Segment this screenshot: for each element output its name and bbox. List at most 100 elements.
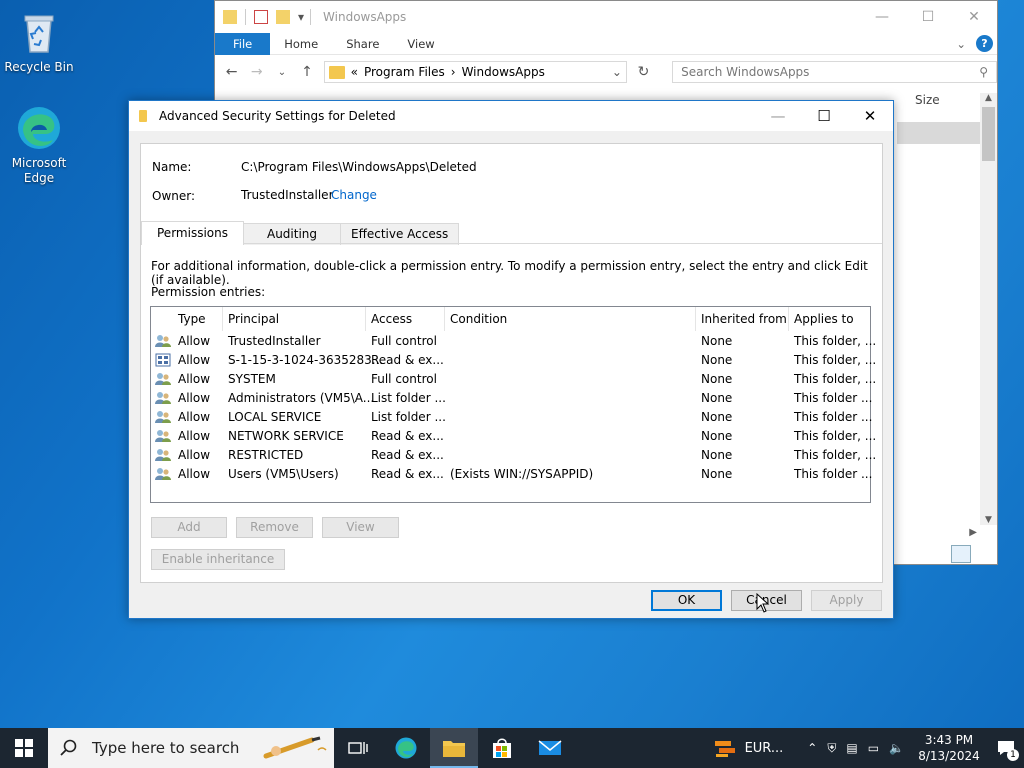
apply-button[interactable]: Apply (811, 590, 882, 611)
clock-time: 3:43 PM (924, 733, 974, 747)
network-icon[interactable]: ▤ (846, 741, 857, 755)
scroll-right-icon[interactable]: ▶ (969, 527, 977, 538)
cell-principal: NETWORK SERVICE (228, 429, 344, 443)
taskbar-file-explorer[interactable] (430, 728, 478, 768)
breadcrumb-overflow[interactable]: « (351, 65, 358, 79)
cell-access: List folder ... (371, 391, 446, 405)
explorer-search-input[interactable]: Search WindowsApps ⚲ (672, 61, 997, 83)
scroll-down-icon[interactable]: ▼ (980, 515, 997, 525)
address-dropdown-icon[interactable]: ⌄ (612, 65, 622, 79)
dialog-maximize-button[interactable]: ☐ (801, 101, 847, 131)
dialog-minimize-button[interactable]: — (755, 101, 801, 131)
taskbar-mail[interactable] (526, 728, 574, 768)
column-header-condition[interactable]: Condition (445, 307, 696, 331)
recent-locations-icon[interactable]: ⌄ (273, 67, 290, 78)
cell-applies-to: This folder ... (794, 410, 873, 424)
notification-center-button[interactable]: 1 (988, 728, 1024, 768)
column-header-principal[interactable]: Principal (223, 307, 366, 331)
divider (141, 243, 882, 244)
cell-applies-to: This folder ... (794, 391, 873, 405)
cell-access: Read & ex... (371, 429, 444, 443)
cell-applies-to: This folder, ... (794, 353, 877, 367)
permission-entries-list[interactable]: Type Principal Access Condition Inherite… (150, 306, 876, 503)
permission-entry-row[interactable]: Allow S-1-15-3-1024-3635283... Read & ex..… (151, 351, 876, 370)
change-owner-link[interactable]: Change (331, 188, 377, 202)
selected-row[interactable] (897, 122, 983, 144)
breadcrumb-program-files[interactable]: Program Files (364, 65, 445, 79)
maximize-button[interactable]: ☐ (905, 1, 951, 33)
permission-entry-row[interactable]: Allow SYSTEM Full control None This folder, … (151, 370, 876, 389)
column-header-applies-to[interactable]: Applies to (789, 307, 870, 331)
column-header-inherited-from[interactable]: Inherited from (696, 307, 789, 331)
owner-value: TrustedInstaller (241, 188, 334, 202)
show-hidden-icons-icon[interactable]: ⌃ (807, 741, 817, 755)
display-icon[interactable]: ▭ (868, 741, 879, 755)
dialog-close-button[interactable]: ✕ (847, 101, 893, 131)
cell-type: Allow (178, 429, 211, 443)
details-view-icon[interactable] (951, 545, 971, 563)
vertical-scrollbar[interactable]: ▲ ▼ (980, 93, 997, 525)
column-header-access[interactable]: Access (366, 307, 445, 331)
quick-access-dropdown-icon[interactable]: ▾ (298, 10, 304, 24)
search-icon: ⚲ (979, 65, 988, 79)
ribbon-tab-share[interactable]: Share (332, 33, 393, 55)
taskbar-store[interactable] (478, 728, 526, 768)
properties-icon[interactable] (254, 10, 268, 24)
up-arrow-icon[interactable]: ↑ (298, 64, 315, 80)
tab-auditing[interactable]: Auditing (242, 223, 342, 245)
permission-entry-row[interactable]: Allow Users (VM5\Users) Read & ex... (Exist… (151, 465, 872, 484)
ribbon-tabs: File Home Share View ⌄ ? (215, 32, 997, 55)
tab-effective-access[interactable]: Effective Access (340, 223, 460, 245)
help-icon[interactable]: ? (976, 35, 993, 52)
ribbon-tab-home[interactable]: Home (270, 33, 332, 55)
start-button[interactable] (0, 728, 48, 768)
expand-ribbon-icon[interactable]: ⌄ (956, 37, 966, 51)
taskbar-search-box[interactable]: Type here to search (48, 728, 334, 768)
permission-entry-row[interactable]: Allow NETWORK SERVICE Read & ex... None This… (151, 427, 876, 446)
close-button[interactable]: ✕ (951, 1, 997, 33)
permission-entry-row[interactable]: Allow LOCAL SERVICE List folder ... None Thi… (151, 408, 873, 427)
back-arrow-icon[interactable]: ← (223, 64, 240, 80)
scroll-up-icon[interactable]: ▲ (980, 93, 997, 103)
cell-inherited-from: None (701, 410, 733, 424)
ok-button[interactable]: OK (651, 590, 722, 611)
volume-muted-icon[interactable]: 🔈 (889, 741, 904, 755)
breadcrumb-windowsapps[interactable]: WindowsApps (462, 65, 545, 79)
refresh-icon[interactable]: ↻ (635, 64, 652, 80)
address-bar[interactable]: « Program Files › WindowsApps ⌄ (323, 61, 627, 83)
folder-icon (443, 741, 465, 757)
cell-principal: LOCAL SERVICE (228, 410, 322, 424)
permission-entry-row[interactable]: Allow Administrators (VM5\A... List folder… (151, 389, 873, 408)
large-icons-view-icon[interactable] (973, 545, 993, 563)
weather-text[interactable]: EUR... (745, 741, 784, 756)
scrollbar-thumb[interactable] (982, 107, 995, 161)
new-folder-icon[interactable] (276, 10, 290, 24)
column-header-type[interactable]: Type (173, 307, 223, 331)
taskbar-search-placeholder: Type here to search (92, 739, 240, 757)
minimize-button[interactable]: — (859, 1, 905, 33)
task-view-button[interactable] (334, 728, 382, 768)
taskbar-edge[interactable] (382, 728, 430, 768)
advanced-security-dialog[interactable]: Advanced Security Settings for Deleted —… (128, 100, 894, 619)
tab-permissions[interactable]: Permissions (141, 221, 244, 245)
microsoft-edge-shortcut[interactable]: Microsoft Edge (1, 104, 77, 186)
cell-principal: TrustedInstaller (228, 334, 321, 348)
permission-entry-row[interactable]: Allow TrustedInstaller Full control None Thi… (151, 332, 876, 351)
column-header-size[interactable]: Size (915, 93, 940, 107)
clock[interactable]: 3:43 PM 8/13/2024 (910, 732, 988, 764)
users-icon (155, 410, 171, 424)
view-button[interactable]: View (322, 517, 399, 538)
enable-inheritance-button[interactable]: Enable inheritance (151, 549, 285, 570)
remove-button[interactable]: Remove (236, 517, 313, 538)
recycle-bin-label: Recycle Bin (4, 60, 74, 74)
weather-icon[interactable] (713, 737, 737, 759)
permission-entry-row[interactable]: Allow RESTRICTED Read & ex... None This fold… (151, 446, 876, 465)
permission-entries-label: Permission entries: (151, 285, 266, 299)
ribbon-tab-view[interactable]: View (393, 33, 448, 55)
security-shield-icon[interactable]: ⛨ (827, 741, 836, 756)
add-button[interactable]: Add (151, 517, 227, 538)
forward-arrow-icon[interactable]: → (248, 64, 265, 80)
ribbon-tab-file[interactable]: File (215, 32, 271, 55)
users-icon (155, 429, 171, 443)
recycle-bin-shortcut[interactable]: Recycle Bin (1, 8, 77, 75)
